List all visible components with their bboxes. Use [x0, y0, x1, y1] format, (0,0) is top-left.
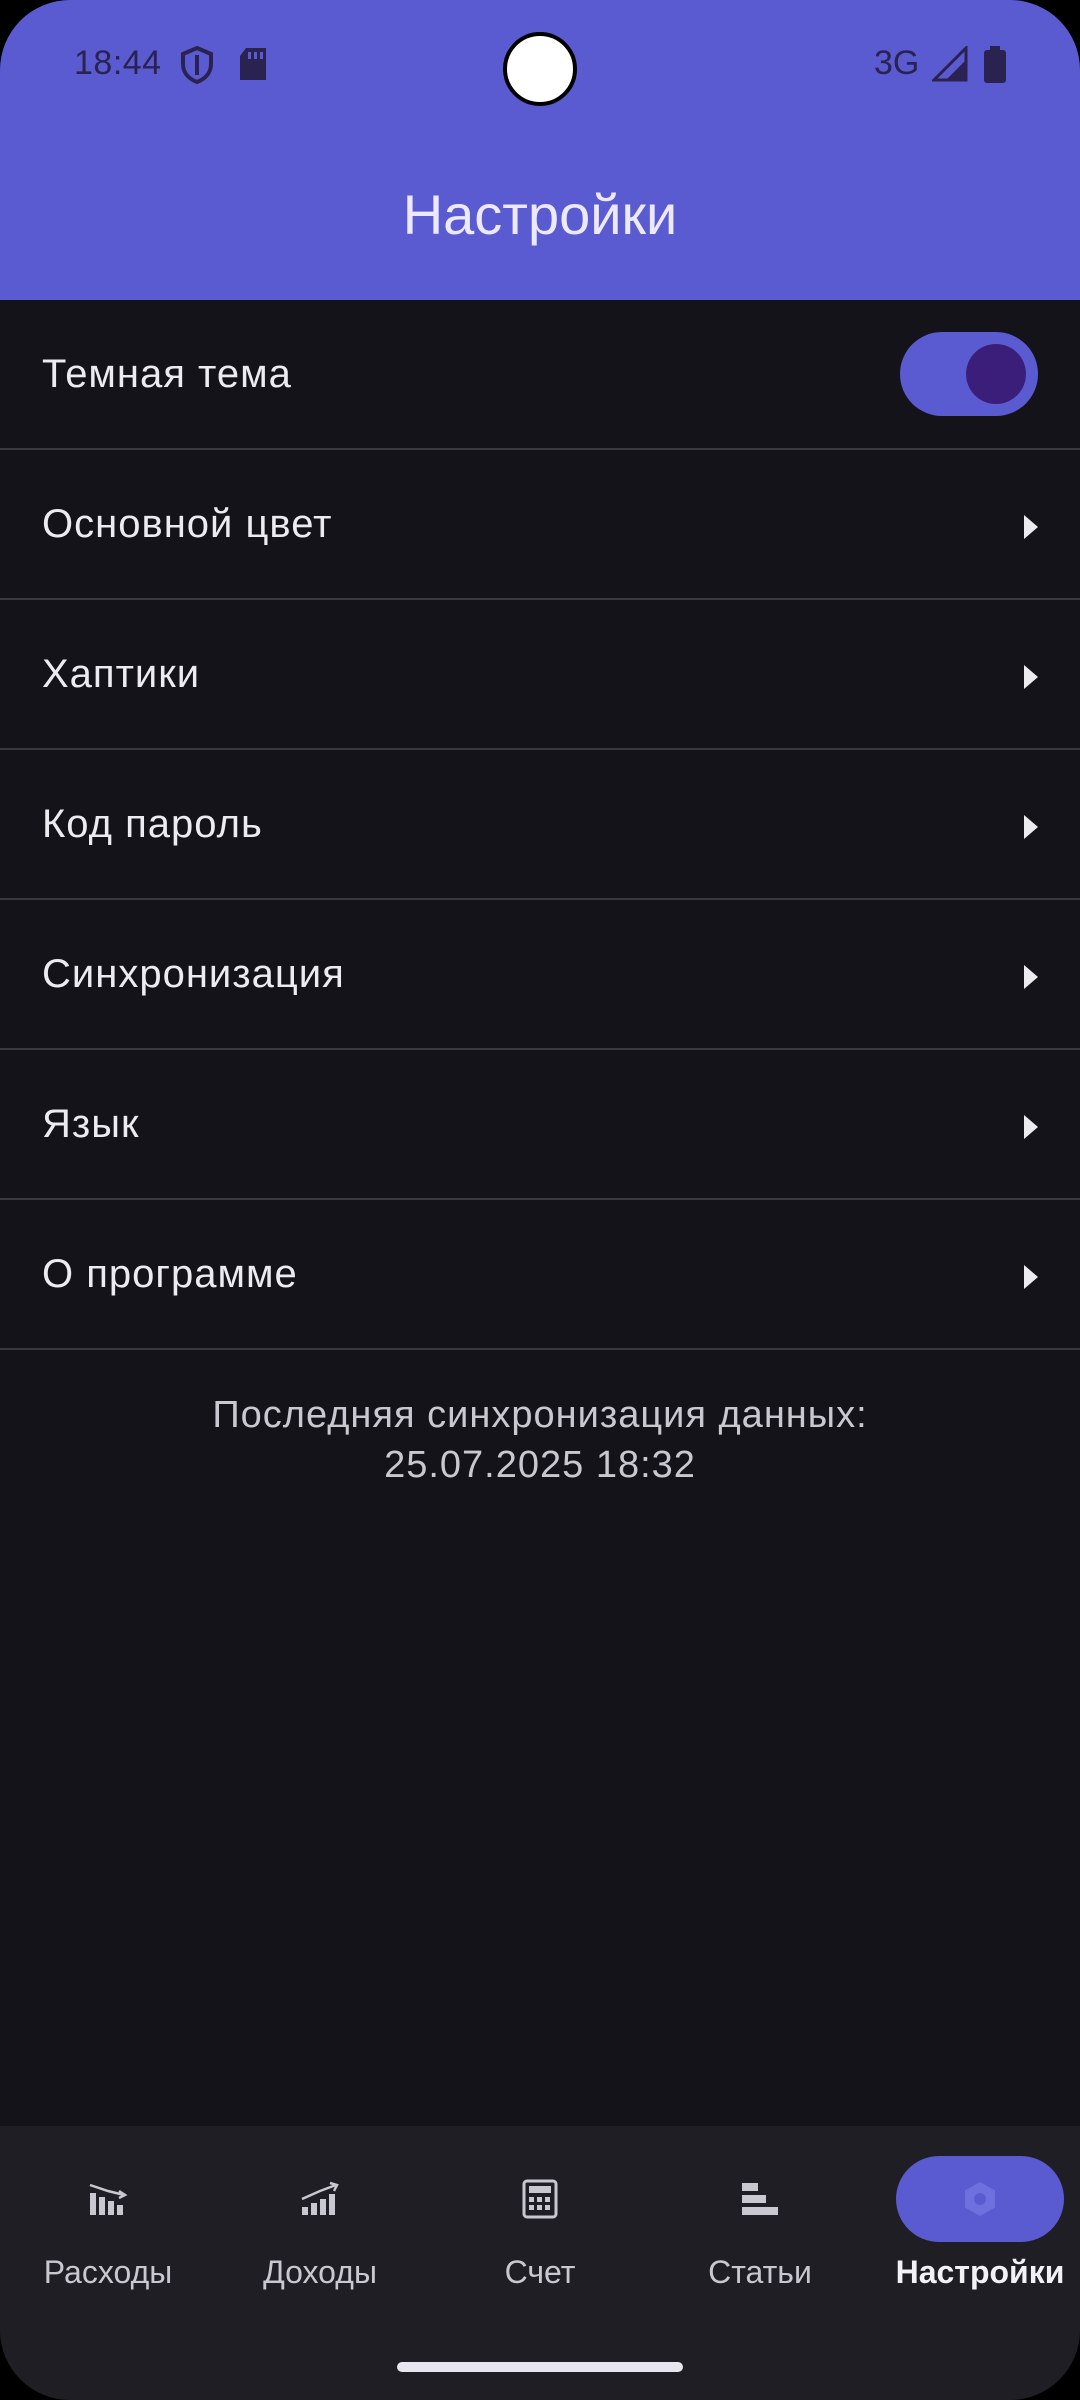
last-sync-timestamp: 25.07.2025 18:32	[384, 1444, 696, 1486]
settings-item-about[interactable]: О программе	[0, 1200, 1080, 1350]
status-bar: 18:44 3G	[0, 0, 1080, 132]
nav-icon-container	[676, 2156, 844, 2242]
nav-icon-container	[24, 2156, 192, 2242]
settings-item-language[interactable]: Язык	[0, 1050, 1080, 1200]
sd-card-icon	[238, 46, 268, 87]
shield-icon	[180, 45, 214, 89]
settings-item-label: О программе	[42, 1251, 298, 1296]
settings-item-label: Язык	[42, 1101, 140, 1146]
battery-icon	[982, 46, 1008, 89]
nav-label: Счет	[504, 2254, 576, 2290]
last-sync-info: Последняя синхронизация данных: 25.07.20…	[0, 1390, 1080, 1490]
nav-item-account[interactable]: Счет	[432, 2126, 648, 2326]
network-type: 3G	[874, 44, 920, 82]
dark-theme-label: Темная тема	[42, 351, 292, 396]
dark-theme-row[interactable]: Темная тема	[0, 300, 1080, 450]
last-sync-caption: Последняя синхронизация данных:	[212, 1394, 868, 1436]
settings-item-label: Синхронизация	[42, 951, 345, 996]
nav-label: Доходы	[263, 2254, 377, 2290]
nav-icon-container-active	[896, 2156, 1064, 2242]
settings-item-haptics[interactable]: Хаптики	[0, 600, 1080, 750]
nav-label: Расходы	[43, 2254, 173, 2290]
settings-item-primary-color[interactable]: Основной цвет	[0, 450, 1080, 600]
settings-item-sync[interactable]: Синхронизация	[0, 900, 1080, 1050]
signal-icon	[930, 44, 968, 87]
phone-screen: 18:44 3G Настройки Темная тема Основной …	[0, 0, 1080, 2400]
nav-label: Статьи	[708, 2254, 812, 2290]
nav-item-expenses[interactable]: Расходы	[0, 2126, 216, 2326]
nav-item-settings[interactable]: Настройки	[872, 2126, 1080, 2326]
chevron-right-icon	[1024, 1265, 1038, 1289]
front-camera	[503, 32, 577, 106]
nav-item-income[interactable]: Доходы	[212, 2126, 428, 2326]
settings-item-label: Код пароль	[42, 801, 263, 846]
chevron-right-icon	[1024, 1115, 1038, 1139]
home-indicator[interactable]	[397, 2362, 683, 2372]
chevron-right-icon	[1024, 515, 1038, 539]
articles-icon	[742, 2183, 778, 2215]
dark-theme-toggle[interactable]	[900, 332, 1038, 416]
toggle-knob	[966, 344, 1026, 404]
page-title: Настройки	[402, 183, 678, 246]
nav-icon-container	[236, 2156, 404, 2242]
settings-item-passcode[interactable]: Код пароль	[0, 750, 1080, 900]
chevron-right-icon	[1024, 815, 1038, 839]
income-chart-icon	[301, 2181, 339, 2215]
expenses-chart-icon	[89, 2183, 128, 2215]
nav-item-articles[interactable]: Статьи	[652, 2126, 868, 2326]
chevron-right-icon	[1024, 665, 1038, 689]
settings-icon	[965, 2182, 995, 2216]
chevron-right-icon	[1024, 965, 1038, 989]
status-time: 18:44	[74, 44, 162, 82]
settings-item-label: Основной цвет	[42, 501, 333, 546]
calculator-icon	[522, 2179, 558, 2219]
app-header: 18:44 3G Настройки	[0, 0, 1080, 300]
settings-item-label: Хаптики	[42, 651, 201, 696]
nav-label-active: Настройки	[895, 2254, 1065, 2290]
nav-icon-container	[456, 2156, 624, 2242]
bottom-navigation: Расходы Доходы Счет Статьи Настройки	[0, 2126, 1080, 2400]
settings-list: Темная тема Основной цвет Хаптики Код па…	[0, 300, 1080, 1350]
